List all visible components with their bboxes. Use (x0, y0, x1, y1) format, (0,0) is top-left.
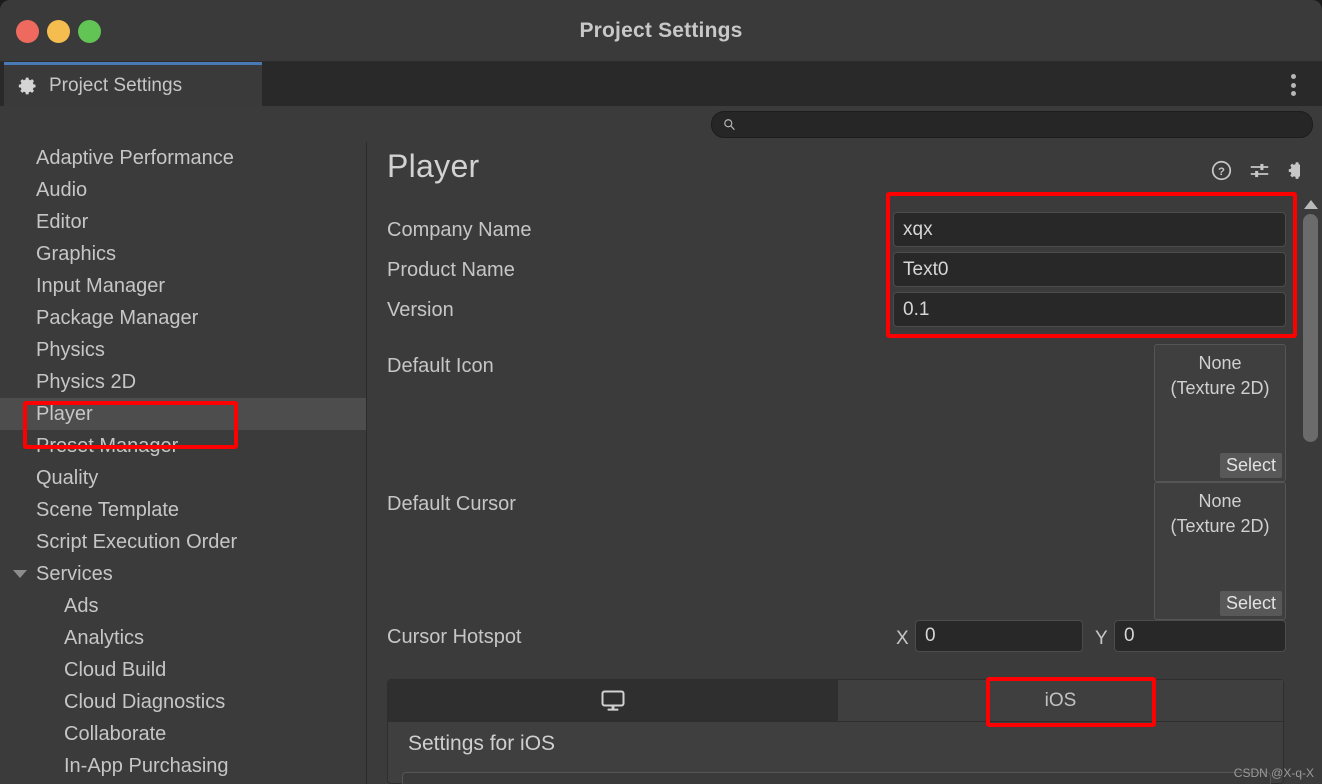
sidebar-item-package-manager[interactable]: Package Manager (0, 302, 366, 334)
sidebar-item-player[interactable]: Player (0, 398, 366, 430)
default-cursor-type-text: (Texture 2D) (1170, 516, 1270, 536)
sidebar-item-services[interactable]: Services (0, 558, 366, 590)
settings-category-sidebar[interactable]: Adaptive Performance Audio Editor Graphics I… (0, 142, 366, 784)
default-cursor-label: Default Cursor (387, 493, 516, 515)
kebab-menu-icon[interactable] (1290, 74, 1296, 96)
cursor-hotspot-y-label: Y (1095, 628, 1108, 649)
sidebar-item-label: Graphics (36, 243, 117, 265)
default-icon-label: Default Icon (387, 355, 494, 377)
sidebar-item-label: Physics 2D (36, 371, 137, 393)
version-input[interactable] (893, 292, 1286, 327)
sidebar-item-cloud-diagnostics[interactable]: Cloud Diagnostics (0, 686, 366, 718)
default-icon-object-field[interactable]: None (Texture 2D) Select (1154, 344, 1286, 482)
sidebar-item-adaptive-performance[interactable]: Adaptive Performance (0, 142, 366, 174)
sidebar-item-script-execution-order[interactable]: Script Execution Order (0, 526, 366, 558)
tab-label: Project Settings (49, 74, 183, 96)
platform-tab-bar: iOS (388, 680, 1283, 722)
sidebar-item-label: Services (36, 563, 113, 585)
window-title: Project Settings (579, 19, 743, 42)
default-cursor-object-field[interactable]: None (Texture 2D) Select (1154, 482, 1286, 620)
sidebar-item-label: Cloud Build (64, 659, 167, 681)
sidebar-item-cloud-build[interactable]: Cloud Build (0, 654, 366, 686)
default-cursor-select-button[interactable]: Select (1219, 591, 1282, 616)
sidebar-item-in-app-purchasing[interactable]: In-App Purchasing (0, 750, 366, 782)
sidebar-item-physics-2d[interactable]: Physics 2D (0, 366, 366, 398)
platform-settings-heading: Settings for iOS (408, 732, 556, 755)
sidebar-item-label: Quality (36, 467, 99, 489)
unity-project-settings-window: Project Settings Project Settings Adapti… (0, 0, 1322, 784)
gear-icon (18, 77, 36, 94)
sidebar-item-label: Audio (36, 179, 88, 201)
cursor-hotspot-x-label: X (896, 628, 909, 649)
search-row (0, 106, 1322, 142)
scrollbar-thumb[interactable] (1303, 214, 1318, 442)
preset-icon[interactable] (1249, 160, 1270, 181)
platform-settings-section[interactable] (402, 772, 1271, 784)
default-icon-value-text: None (1198, 353, 1242, 373)
sidebar-item-label: Collaborate (64, 723, 167, 745)
tab-strip: Project Settings (0, 62, 1322, 106)
sidebar-item-audio[interactable]: Audio (0, 174, 366, 206)
platform-tab-ios-label: iOS (1044, 689, 1077, 711)
page-title: Player (387, 148, 480, 184)
default-icon-select-button[interactable]: Select (1219, 453, 1282, 478)
company-name-input[interactable] (893, 212, 1286, 247)
sidebar-item-quality[interactable]: Quality (0, 462, 366, 494)
platform-tab-standalone[interactable] (388, 680, 838, 721)
cursor-hotspot-x-input[interactable] (915, 620, 1083, 652)
sidebar-item-scene-template[interactable]: Scene Template (0, 494, 366, 526)
default-cursor-value-text: None (1198, 491, 1242, 511)
sidebar-item-label: Script Execution Order (36, 531, 238, 553)
sidebar-item-label: Ads (64, 595, 99, 617)
product-name-label: Product Name (387, 259, 515, 281)
product-name-input[interactable] (893, 252, 1286, 287)
platform-tab-ios[interactable]: iOS (838, 680, 1283, 721)
default-icon-type-text: (Texture 2D) (1170, 378, 1270, 398)
sidebar-item-label: Editor (36, 211, 89, 233)
company-name-label: Company Name (387, 219, 532, 241)
sidebar-item-label: Input Manager (36, 275, 165, 297)
cursor-hotspot-y-input[interactable] (1114, 620, 1286, 652)
sidebar-item-label: Physics (36, 339, 105, 361)
sidebar-item-graphics[interactable]: Graphics (0, 238, 366, 270)
sidebar-item-label: Analytics (64, 627, 145, 649)
search-box[interactable] (711, 111, 1313, 138)
search-input[interactable] (736, 117, 1312, 132)
watermark: CSDN @X-q-X (1233, 766, 1314, 780)
sidebar-item-preset-manager[interactable]: Preset Manager (0, 430, 366, 462)
sidebar-item-label: Scene Template (36, 499, 180, 521)
scroll-up-arrow-icon[interactable] (1304, 200, 1318, 209)
tab-project-settings[interactable]: Project Settings (4, 62, 262, 106)
chevron-down-icon[interactable] (13, 570, 27, 578)
cursor-hotspot-label: Cursor Hotspot (387, 626, 522, 648)
sidebar-item-editor[interactable]: Editor (0, 206, 366, 238)
sidebar-item-label: Package Manager (36, 307, 199, 329)
sidebar-item-analytics[interactable]: Analytics (0, 622, 366, 654)
sidebar-item-label: Player (36, 403, 93, 425)
vertical-scrollbar[interactable] (1300, 142, 1322, 784)
panel-header-icons: ? (1211, 160, 1308, 181)
sidebar-item-ads[interactable]: Ads (0, 590, 366, 622)
version-label: Version (387, 299, 454, 321)
sidebar-item-label: In-App Purchasing (64, 755, 229, 777)
sidebar-item-physics[interactable]: Physics (0, 334, 366, 366)
default-icon-value: None (Texture 2D) (1155, 351, 1285, 401)
player-settings-panel: Player ? Company Name Product Name Versi… (367, 142, 1322, 784)
sidebar-item-collaborate[interactable]: Collaborate (0, 718, 366, 750)
sidebar-item-label: Preset Manager (36, 435, 179, 457)
search-icon (724, 119, 735, 131)
default-cursor-value: None (Texture 2D) (1155, 489, 1285, 539)
svg-text:?: ? (1218, 166, 1225, 178)
help-icon[interactable]: ? (1211, 160, 1232, 181)
window-titlebar: Project Settings (0, 0, 1322, 62)
sidebar-item-label: Adaptive Performance (36, 147, 234, 169)
monitor-icon (601, 690, 624, 711)
platform-settings-container: iOS Settings for iOS (387, 679, 1284, 784)
sidebar-item-input-manager[interactable]: Input Manager (0, 270, 366, 302)
sidebar-item-label: Cloud Diagnostics (64, 691, 226, 713)
